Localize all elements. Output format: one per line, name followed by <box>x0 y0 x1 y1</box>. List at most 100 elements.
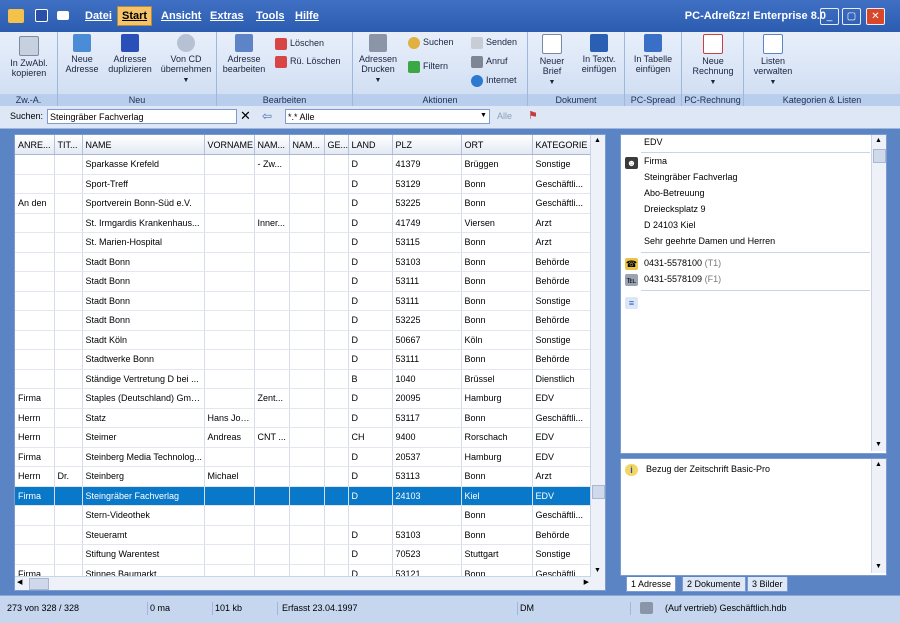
table-row[interactable]: Stadt Bonn D 53225 Bonn Behörde <box>15 310 591 331</box>
table-row[interactable]: Herrn Dr. Steinberg Michael D 53113 Bonn Arzt <box>15 466 591 487</box>
table-row[interactable]: Stadt Köln D 50667 Köln Sonstige <box>15 330 591 350</box>
detail-vertical-scrollbar[interactable]: ▲ ▼ <box>871 135 886 451</box>
column-header[interactable]: TIT... <box>54 135 83 155</box>
tab-images[interactable]: 3 Bilder <box>747 577 788 592</box>
fax-number[interactable]: 0431-5578109 (F1) <box>644 274 721 284</box>
table-row[interactable]: St. Marien-Hospital D 53115 Bonn Arzt <box>15 232 591 253</box>
table-row[interactable]: Ständige Vertretung D bei ... B 1040 Brüsse… <box>15 369 591 389</box>
back-arrow-icon[interactable]: ⇦ <box>262 109 272 123</box>
column-header[interactable]: ORT <box>461 135 533 155</box>
tab-documents[interactable]: 2 Dokumente <box>682 577 746 592</box>
new-invoice-button[interactable]: Neue Rechnung ▼ <box>687 34 739 88</box>
tab-address[interactable]: 1 Adresse <box>626 577 677 592</box>
phone-number[interactable]: 0431-5578100 (T1) <box>644 258 721 268</box>
table-row[interactable]: Firma Steinberg Media Technolog... D 20537 H… <box>15 447 591 467</box>
insert-table-button[interactable]: In Tabelle einfügen <box>628 34 678 74</box>
send-mail-icon[interactable] <box>57 11 69 20</box>
scroll-left-icon[interactable]: ◀ <box>17 578 22 586</box>
clear-search-icon[interactable]: ✕ <box>240 108 251 124</box>
print-addresses-button[interactable]: Adressen Drucken ▼ <box>356 34 400 86</box>
detail-scroll-thumb[interactable] <box>873 149 886 163</box>
detail-scroll-down-icon[interactable]: ▼ <box>875 441 882 448</box>
detail-scroll-up-icon[interactable]: ▲ <box>875 137 882 144</box>
contact-person-icon[interactable]: ☻ <box>625 157 638 169</box>
table-cell <box>324 408 349 428</box>
column-header[interactable]: VORNAME <box>204 135 255 155</box>
all-button[interactable]: Alle <box>497 111 512 121</box>
minimize-icon[interactable]: _ <box>820 8 839 25</box>
send-button[interactable]: Senden <box>471 35 517 49</box>
table-row[interactable]: Stadt Bonn D 53111 Bonn Sonstige <box>15 291 591 311</box>
column-header[interactable]: KATEGORIE <box>532 135 591 155</box>
table-row[interactable]: Stadt Bonn D 53103 Bonn Behörde <box>15 252 591 272</box>
scroll-thumb[interactable] <box>592 485 605 499</box>
table-row[interactable]: Sparkasse Krefeld - Zw... D 41379 Brüggen Son… <box>15 154 591 175</box>
insert-text-button[interactable]: In Textv. einfügen <box>576 34 622 74</box>
menu-datei[interactable]: Datei <box>85 10 112 22</box>
internet-button[interactable]: Internet <box>471 73 517 87</box>
table-row[interactable]: Firma Staples (Deutschland) Gmb... Zent...… <box>15 388 591 409</box>
copy-to-clipboard-button[interactable]: In ZwAbl. kopieren <box>4 36 54 78</box>
filter-select[interactable]: *.* Alle <box>285 109 490 124</box>
hscroll-thumb[interactable] <box>29 578 49 590</box>
call-button[interactable]: Anruf <box>471 54 508 68</box>
filter-button[interactable]: Filtern <box>408 59 448 73</box>
menu-start[interactable]: Start <box>117 6 153 26</box>
table-cell: Bonn <box>461 349 533 370</box>
table-row[interactable]: Stadt Bonn D 53111 Bonn Behörde <box>15 271 591 292</box>
list-add-icon[interactable]: ≡ <box>625 297 638 309</box>
scroll-right-icon[interactable]: ▶ <box>584 578 589 586</box>
column-header[interactable]: ANRE... <box>15 135 55 155</box>
close-icon[interactable]: ✕ <box>866 8 885 25</box>
table-row[interactable]: Stern-Videothek Bonn Geschäftli... <box>15 505 591 526</box>
menu-tools[interactable]: Tools <box>256 10 285 22</box>
column-header[interactable]: LAND <box>348 135 393 155</box>
table-row[interactable]: An den Sportverein Bonn-Süd e.V. D 53225 Bon… <box>15 193 591 214</box>
table-cell: 53113 <box>392 466 462 487</box>
edit-address-button[interactable]: Adresse bearbeiten <box>220 34 268 74</box>
scroll-down-icon[interactable]: ▼ <box>594 567 601 574</box>
menu-hilfe[interactable]: Hilfe <box>295 10 319 22</box>
notes-scroll-down-icon[interactable]: ▼ <box>875 563 882 570</box>
column-header[interactable]: NAM... <box>254 135 290 155</box>
table-row[interactable]: Stadtwerke Bonn D 53111 Bonn Behörde <box>15 349 591 370</box>
filter-dropdown-icon[interactable]: ▼ <box>480 112 487 119</box>
table-row[interactable]: St. Irmgardis Krankenhaus... Inner... D 417… <box>15 213 591 233</box>
horizontal-scrollbar[interactable]: ◀ ▶ <box>15 576 591 590</box>
save-icon[interactable] <box>35 9 48 22</box>
column-header[interactable]: PLZ <box>392 135 462 155</box>
divider <box>641 252 870 253</box>
menu-extras[interactable]: Extras <box>210 10 244 22</box>
column-header[interactable]: NAM... <box>289 135 325 155</box>
table-cell: Steimer <box>82 427 205 448</box>
manage-lists-button[interactable]: Listen verwalten ▼ <box>748 34 798 88</box>
duplicate-address-button[interactable]: Adresse duplizieren <box>106 34 154 74</box>
table-row[interactable]: Steueramt D 53103 Bonn Behörde <box>15 525 591 545</box>
undo-delete-button[interactable]: Rü. Löschen <box>275 54 341 68</box>
delete-button[interactable]: Löschen <box>275 36 324 50</box>
table-row[interactable]: Firma Steingräber Fachverlag D 24103 Kiel EDV <box>15 486 591 506</box>
import-cd-button[interactable]: Von CD übernehmen ▼ <box>158 34 214 86</box>
maximize-icon[interactable]: ▢ <box>842 8 861 25</box>
fax-icon[interactable]: ℡ <box>625 274 638 286</box>
table-cell <box>324 193 349 214</box>
phone-icon[interactable]: ☎ <box>625 258 638 270</box>
table-row[interactable]: Stiftung Warentest D 70523 Stuttgart Sonstig… <box>15 544 591 565</box>
column-header[interactable]: NAME <box>82 135 205 155</box>
vertical-scrollbar[interactable]: ▲ ▼ <box>590 135 605 590</box>
search-input[interactable]: Steingräber Fachverlag <box>47 109 237 124</box>
notes-scroll-up-icon[interactable]: ▲ <box>875 461 882 468</box>
table-row[interactable]: Herrn Statz Hans Joa... D 53117 Bonn Geschäftl… <box>15 408 591 428</box>
filter-funnel-icon[interactable]: ⚑ <box>528 109 538 122</box>
app-logo-icon[interactable] <box>8 9 24 23</box>
new-address-button[interactable]: Neue Adresse <box>62 34 102 74</box>
menu-ansicht[interactable]: Ansicht <box>161 10 201 22</box>
search-button[interactable]: Suchen <box>408 35 454 49</box>
scroll-up-icon[interactable]: ▲ <box>594 137 601 144</box>
notes-scrollbar[interactable]: ▲ ▼ <box>871 459 886 573</box>
table-row[interactable]: Sport-Treff D 53129 Bonn Geschäftli... <box>15 174 591 194</box>
new-letter-button[interactable]: Neuer Brief ▼ <box>532 34 572 88</box>
table-cell: Stadtwerke Bonn <box>82 349 205 370</box>
column-header[interactable]: GE... <box>324 135 349 155</box>
table-row[interactable]: Herrn Steimer Andreas CNT ... CH 9400 Rorschac… <box>15 427 591 448</box>
